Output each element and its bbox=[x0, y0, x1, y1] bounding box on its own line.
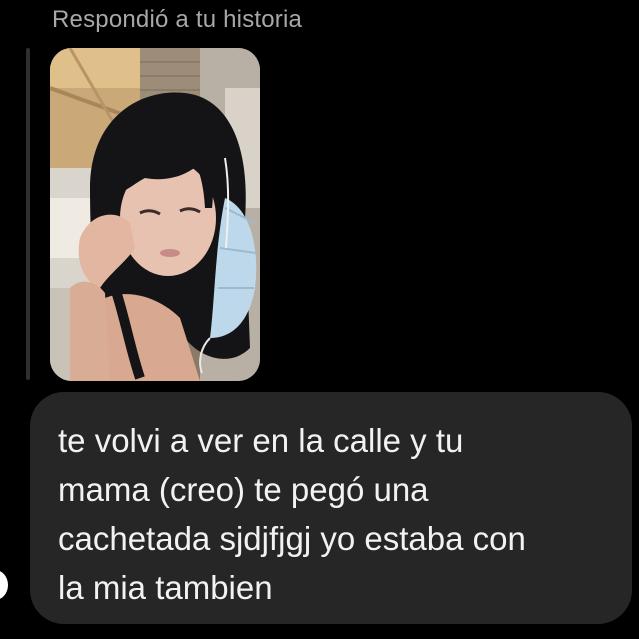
message-line: la mia tambien bbox=[58, 569, 273, 606]
message-text: te volvi a ver en la calle y tu mama (cr… bbox=[58, 416, 618, 612]
message-bubble[interactable]: te volvi a ver en la calle y tu mama (cr… bbox=[30, 392, 632, 624]
story-reply-header: Respondió a tu historia bbox=[52, 6, 303, 33]
story-photo bbox=[50, 48, 260, 381]
message-line: te volvi a ver en la calle y tu bbox=[58, 422, 464, 459]
message-line: cachetada sjdjfjgj yo estaba con bbox=[58, 520, 526, 557]
story-thumbnail[interactable] bbox=[50, 48, 260, 381]
sender-avatar[interactable] bbox=[0, 570, 8, 600]
message-line: mama (creo) te pegó una bbox=[58, 471, 429, 508]
dm-conversation: Respondió a tu historia te volvi a ver e… bbox=[0, 0, 639, 639]
quote-bar bbox=[26, 48, 30, 380]
